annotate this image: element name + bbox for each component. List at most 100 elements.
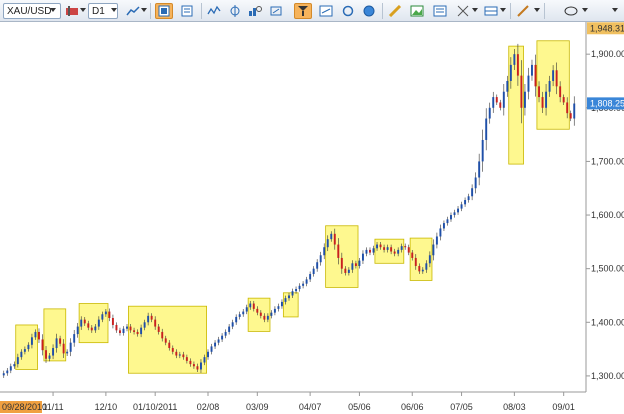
candle-body bbox=[231, 322, 234, 327]
line-chart-dropdown-arrow[interactable] bbox=[141, 8, 147, 12]
candle-body bbox=[372, 248, 375, 253]
toolbar-overflow-arrow[interactable] bbox=[612, 8, 618, 12]
candle-body bbox=[386, 247, 389, 250]
candle-body bbox=[421, 269, 424, 272]
ellipse-dropdown-arrow[interactable] bbox=[582, 8, 588, 12]
candle-body bbox=[115, 324, 118, 331]
fibonacci-icon[interactable] bbox=[454, 3, 472, 19]
chart-type-icon[interactable] bbox=[63, 3, 81, 19]
x-tick-label: 06/06 bbox=[401, 402, 424, 412]
magnet-icon[interactable] bbox=[267, 3, 285, 19]
symbol-dropdown-arrow[interactable] bbox=[50, 8, 56, 12]
pen-dropdown-arrow[interactable] bbox=[534, 8, 540, 12]
candle-body bbox=[460, 204, 463, 209]
candle-body bbox=[383, 247, 386, 250]
highlight-box bbox=[78, 303, 109, 344]
candle-body bbox=[203, 357, 206, 363]
candle-body bbox=[548, 80, 551, 92]
candle-body bbox=[442, 223, 445, 229]
candle-body bbox=[333, 233, 336, 245]
candle-body bbox=[555, 70, 558, 87]
candle-body bbox=[464, 200, 467, 205]
candle-body bbox=[453, 212, 456, 216]
layout-icon[interactable] bbox=[482, 3, 500, 19]
candle-body bbox=[38, 331, 40, 340]
y-tick-label: 1,500.00 bbox=[591, 264, 624, 274]
candle-body bbox=[62, 343, 65, 354]
candle-body bbox=[316, 262, 319, 269]
x-tick-label: 03/09 bbox=[246, 402, 269, 412]
candle-body bbox=[541, 97, 544, 108]
candle-body bbox=[467, 196, 470, 201]
candle-body bbox=[478, 161, 481, 178]
candle-body bbox=[295, 289, 298, 292]
candle-body bbox=[309, 274, 312, 280]
x-tick-label: 07/05 bbox=[450, 402, 473, 412]
high-marker: 1,948.31 bbox=[587, 22, 624, 35]
candle-body bbox=[495, 97, 498, 103]
candle-body bbox=[217, 339, 220, 343]
candle-body bbox=[90, 327, 93, 331]
crosshair-icon[interactable] bbox=[226, 3, 244, 19]
candle-body bbox=[59, 338, 62, 344]
chart-type-dropdown-arrow[interactable] bbox=[80, 8, 86, 12]
candle-body bbox=[119, 330, 121, 334]
candle-body bbox=[157, 326, 160, 332]
candle-body bbox=[365, 249, 368, 254]
candle-body bbox=[126, 326, 128, 329]
y-tick-label: 1,400.00 bbox=[591, 317, 624, 327]
candle-body bbox=[13, 364, 16, 367]
candle-body bbox=[492, 97, 495, 108]
refresh-icon[interactable] bbox=[339, 3, 357, 19]
candle-body bbox=[129, 326, 132, 331]
candle-body bbox=[199, 362, 202, 370]
ellipse-icon[interactable] bbox=[562, 3, 580, 19]
candle-body bbox=[140, 327, 143, 335]
pen-icon[interactable] bbox=[514, 3, 532, 19]
y-tick-label: 1,700.00 bbox=[591, 156, 624, 166]
candle-body bbox=[210, 346, 213, 352]
candle-body bbox=[2, 373, 5, 376]
layout-dropdown-arrow[interactable] bbox=[500, 8, 506, 12]
timeframe-dropdown-arrow[interactable] bbox=[111, 8, 117, 12]
bars-icon[interactable] bbox=[178, 3, 196, 19]
fan-tool-icon[interactable] bbox=[294, 3, 312, 19]
candle-body bbox=[400, 246, 403, 250]
globe-icon[interactable] bbox=[360, 3, 378, 19]
candle-body bbox=[20, 351, 23, 358]
candle-body bbox=[358, 260, 361, 266]
candle-body bbox=[168, 342, 171, 349]
save-image-icon[interactable] bbox=[408, 3, 426, 19]
candle-body bbox=[340, 257, 343, 269]
indicators-icon[interactable] bbox=[205, 3, 223, 19]
candle-body bbox=[506, 80, 509, 92]
template-icon[interactable] bbox=[431, 3, 449, 19]
fibonacci-dropdown-arrow[interactable] bbox=[472, 8, 478, 12]
candles-icon[interactable] bbox=[155, 3, 173, 19]
candle-body bbox=[435, 236, 438, 245]
current-price-marker: 1,808.25 bbox=[587, 97, 624, 110]
toolbar-separator bbox=[544, 3, 545, 19]
candle-body bbox=[87, 323, 90, 328]
high-marker-label: 1,948.31 bbox=[590, 23, 624, 33]
x-tick-label: 01/10/2011 bbox=[133, 402, 177, 412]
candle-body bbox=[485, 118, 488, 140]
candle-body bbox=[559, 86, 562, 98]
candle-body bbox=[147, 315, 150, 323]
price-chart[interactable]: 1,300.00 1,400.00 1,500.00 1,600.00 1,700.00… bbox=[0, 22, 624, 414]
candle-body bbox=[414, 257, 417, 266]
candle-body bbox=[319, 255, 322, 263]
line-chart-icon[interactable] bbox=[124, 3, 142, 19]
candle-body bbox=[263, 315, 266, 320]
candle-body bbox=[41, 339, 44, 351]
candle-body bbox=[397, 249, 400, 254]
candle-body bbox=[171, 348, 174, 352]
candle-body bbox=[538, 86, 540, 98]
zoom-icon[interactable] bbox=[246, 3, 264, 19]
candle-body bbox=[344, 268, 347, 273]
compare-icon[interactable] bbox=[317, 3, 335, 19]
candle-body bbox=[143, 322, 146, 328]
ruler-icon[interactable] bbox=[386, 3, 404, 19]
candle-body bbox=[351, 263, 354, 270]
x-tick-label: 08/03 bbox=[503, 402, 526, 412]
